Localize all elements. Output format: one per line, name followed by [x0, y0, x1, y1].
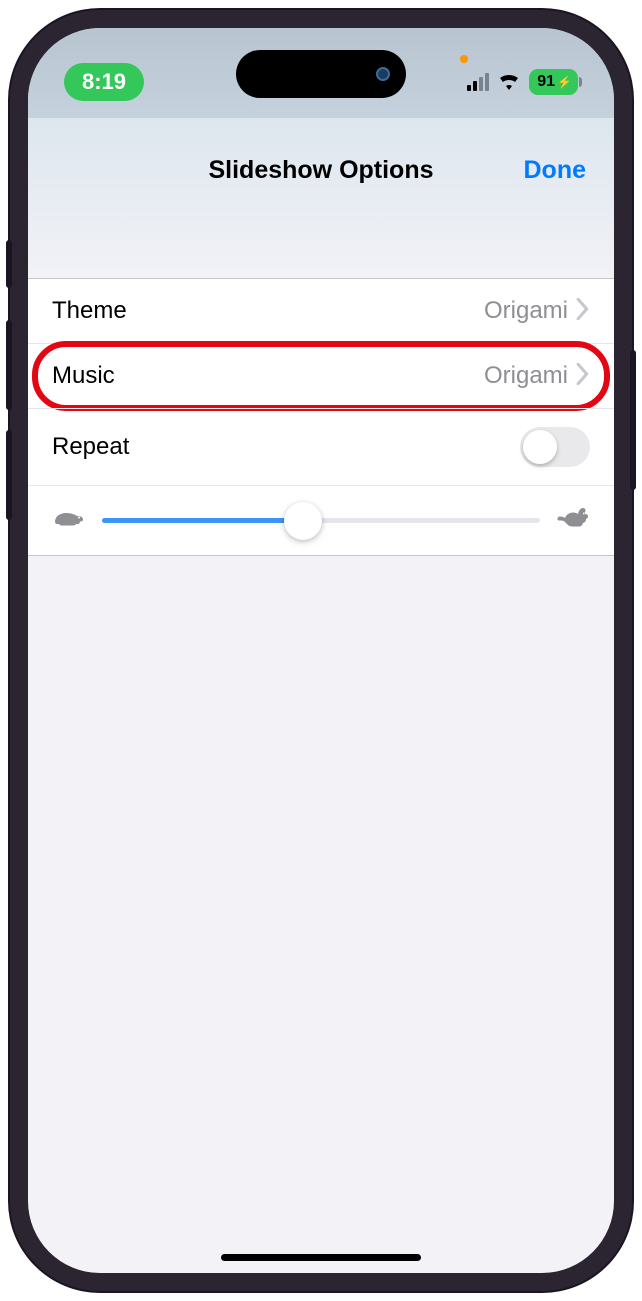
settings-group: Theme Origami Music Origami: [28, 278, 614, 556]
turtle-icon: [52, 506, 86, 535]
silent-switch: [6, 240, 12, 288]
wifi-icon: [497, 70, 521, 95]
charging-bolt-icon: ⚡: [557, 75, 572, 89]
phone-frame: 8:19 91 ⚡ Slideshow Opti: [10, 10, 632, 1291]
toggle-knob: [523, 430, 557, 464]
nav-header: Slideshow Options Done: [28, 118, 614, 278]
mic-indicator-icon: [460, 55, 468, 63]
volume-up-button: [6, 320, 12, 410]
camera-dot-icon: [376, 67, 390, 81]
done-button[interactable]: Done: [524, 156, 587, 185]
chevron-right-icon: [576, 298, 590, 325]
status-right: 91 ⚡: [467, 69, 578, 95]
slider-fill: [102, 518, 303, 523]
chevron-right-icon: [576, 363, 590, 390]
page-title: Slideshow Options: [208, 156, 433, 185]
slider-thumb[interactable]: [284, 502, 322, 540]
music-value: Origami: [484, 362, 568, 390]
repeat-row: Repeat: [28, 408, 614, 485]
volume-down-button: [6, 430, 12, 520]
speed-slider-row: [28, 485, 614, 555]
time-pill[interactable]: 8:19: [64, 63, 144, 101]
rabbit-icon: [556, 506, 590, 535]
dynamic-island: [236, 50, 406, 98]
cellular-signal-icon: [467, 73, 489, 91]
repeat-label: Repeat: [52, 433, 129, 461]
battery-indicator: 91 ⚡: [529, 69, 578, 95]
battery-percent: 91: [537, 73, 555, 91]
theme-row[interactable]: Theme Origami: [28, 279, 614, 343]
repeat-toggle[interactable]: [520, 427, 590, 467]
speed-slider[interactable]: [102, 518, 540, 523]
status-time: 8:19: [82, 69, 126, 94]
theme-label: Theme: [52, 297, 127, 325]
music-label: Music: [52, 362, 115, 390]
phone-screen: 8:19 91 ⚡ Slideshow Opti: [28, 28, 614, 1273]
home-indicator[interactable]: [221, 1254, 421, 1261]
theme-value: Origami: [484, 297, 568, 325]
power-button: [630, 350, 636, 490]
music-row[interactable]: Music Origami: [28, 343, 614, 408]
